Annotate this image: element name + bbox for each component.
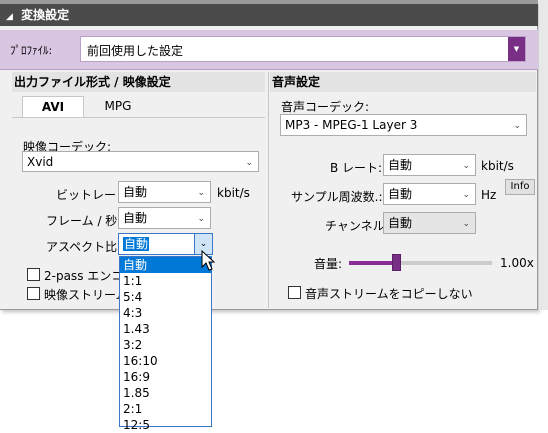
channel-label: チャンネル: xyxy=(325,219,389,233)
window-title: 変換設定 xyxy=(21,8,70,22)
collapse-triangle-icon[interactable]: ◢ xyxy=(6,12,13,22)
tab-mpg[interactable]: MPG xyxy=(88,96,148,118)
video-bitrate-unit: kbit/s xyxy=(217,186,250,200)
chevron-down-icon: ⌄ xyxy=(462,190,470,200)
mouse-pointer-icon xyxy=(201,250,216,271)
profile-value: 前回使用した設定 xyxy=(87,44,184,58)
section-header[interactable]: ◢ 変換設定 xyxy=(0,4,538,26)
video-codec-value: Xvid xyxy=(27,155,54,169)
aspect-option[interactable]: 1:1 xyxy=(120,273,211,289)
audio-bitrate-value: 自動 xyxy=(388,158,413,172)
video-copy-checkbox[interactable] xyxy=(27,287,40,300)
audio-codec-value: MP3 - MPEG-1 Layer 3 xyxy=(285,118,418,132)
aspect-label: アスペクト比: xyxy=(46,240,122,254)
background-strip xyxy=(539,0,548,310)
panel-divider xyxy=(268,72,269,308)
aspect-dropdown-list[interactable]: 自動 1:1 5:4 4:3 1.43 3:2 16:10 16:9 1.85 2:1 12:5 xyxy=(119,256,212,432)
profile-select[interactable]: 前回使用した設定 ▼ xyxy=(80,36,526,62)
twopass-checkbox[interactable] xyxy=(27,268,40,281)
aspect-option[interactable]: 16:10 xyxy=(120,353,211,369)
audio-section-title: 音声設定 xyxy=(270,72,536,92)
aspect-option[interactable]: 3:2 xyxy=(120,337,211,353)
audio-copy-label: 音声ストリームをコピーしない xyxy=(305,287,473,301)
samplerate-value: 自動 xyxy=(388,187,413,201)
volume-value: 1.00x xyxy=(500,256,534,270)
aspect-option[interactable]: 4:3 xyxy=(120,305,211,321)
aspect-option[interactable]: 16:9 xyxy=(120,369,211,385)
info-button[interactable]: Info xyxy=(505,179,535,195)
chevron-down-icon: ⌄ xyxy=(462,219,470,229)
framerate-select[interactable]: 自動 ⌄ xyxy=(118,207,211,229)
aspect-option[interactable]: 5:4 xyxy=(120,289,211,305)
video-copy-label: 映像ストリーム xyxy=(44,288,128,302)
aspect-option[interactable]: 1.43 xyxy=(120,321,211,337)
tab-underline xyxy=(12,117,265,118)
samplerate-select[interactable]: 自動 ⌄ xyxy=(383,183,476,205)
volume-slider-thumb[interactable] xyxy=(392,254,401,271)
chevron-down-icon[interactable]: ▼ xyxy=(508,37,525,61)
samplerate-label: サンプル周波数.: xyxy=(291,190,383,204)
aspect-option[interactable]: 12:5 xyxy=(120,417,211,433)
audio-bitrate-unit: kbit/s xyxy=(481,159,514,173)
aspect-option[interactable]: 自動 xyxy=(120,257,211,273)
audio-copy-checkbox[interactable] xyxy=(288,286,301,299)
video-section-title: 出力ファイル形式 / 映像設定 xyxy=(12,72,265,92)
chevron-down-icon: ⌄ xyxy=(462,161,470,171)
chevron-down-icon: ⌄ xyxy=(197,214,205,224)
channel-value: 自動 xyxy=(388,216,413,230)
video-codec-select[interactable]: Xvid ⌄ xyxy=(22,151,259,172)
chevron-down-icon: ⌄ xyxy=(197,188,205,198)
profile-label: ﾌﾟﾛﾌｧｲﾙ: xyxy=(10,44,53,57)
audio-codec-label: 音声コーデック: xyxy=(281,100,370,114)
profile-row: ﾌﾟﾛﾌｧｲﾙ: 前回使用した設定 ▼ xyxy=(0,30,538,70)
framerate-label: フレーム / 秒: xyxy=(46,214,122,228)
twopass-label: 2-pass エンコ xyxy=(44,269,124,283)
audio-bitrate-label: B レート: xyxy=(330,161,383,175)
volume-slider-fill xyxy=(349,261,396,265)
aspect-option[interactable]: 1.85 xyxy=(120,385,211,401)
chevron-down-icon: ⌄ xyxy=(513,121,521,131)
aspect-value: 自動 xyxy=(123,237,150,251)
aspect-option[interactable]: 2:1 xyxy=(120,401,211,417)
framerate-value: 自動 xyxy=(123,211,148,225)
video-bitrate-input[interactable]: 自動 ⌄ xyxy=(118,181,211,203)
samplerate-unit: Hz xyxy=(481,188,497,202)
video-bitrate-value: 自動 xyxy=(123,185,148,199)
audio-codec-select[interactable]: MP3 - MPEG-1 Layer 3 ⌄ xyxy=(280,114,527,136)
volume-label: 音量: xyxy=(314,257,343,271)
audio-bitrate-input[interactable]: 自動 ⌄ xyxy=(383,154,476,176)
aspect-select[interactable]: 自動 ⌄ xyxy=(118,233,213,255)
tab-avi[interactable]: AVI xyxy=(22,96,84,118)
chevron-down-icon: ⌄ xyxy=(245,158,253,168)
channel-select[interactable]: 自動 ⌄ xyxy=(383,212,476,234)
